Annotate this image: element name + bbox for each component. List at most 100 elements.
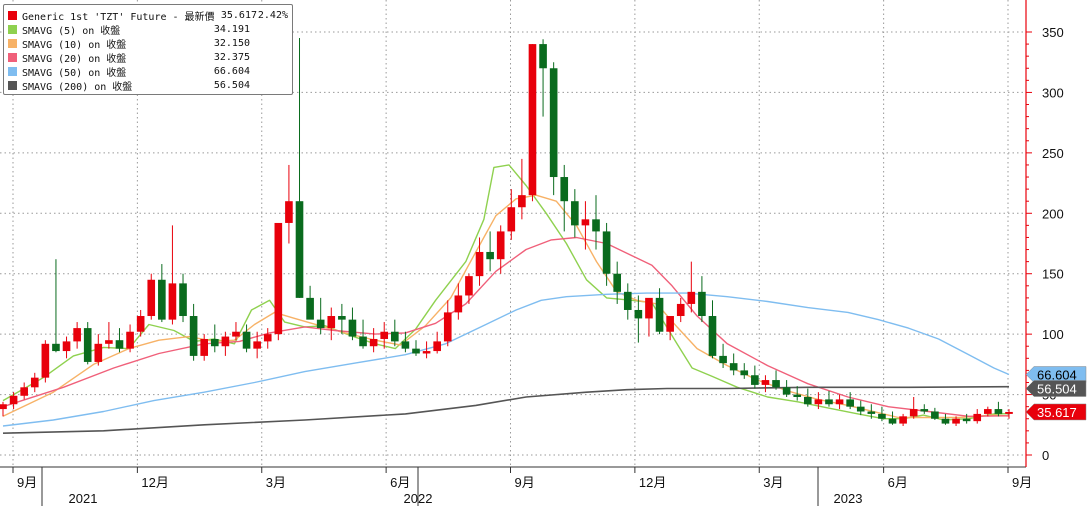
candle-body — [581, 219, 590, 226]
legend-swatch — [8, 38, 17, 48]
candle-body — [316, 319, 325, 329]
last-value-label: 56.504 — [1025, 380, 1087, 397]
candle-body — [83, 328, 92, 362]
legend-item: SMAVG (50) on 收盤 66.604 — [8, 64, 288, 79]
candle-body — [528, 44, 537, 196]
y-tick-label: 350 — [1042, 25, 1064, 40]
legend-item: SMAVG (20) on 收盤 32.375 — [8, 50, 288, 65]
candle-body — [634, 309, 643, 319]
candle-body — [856, 406, 865, 412]
candle-body — [253, 341, 261, 349]
candle-body — [401, 341, 410, 349]
legend-item-name: SMAVG (20) on 收盤 — [22, 53, 127, 65]
candle-body — [327, 316, 336, 329]
legend-item-name: SMAVG (10) on 收盤 — [22, 39, 127, 51]
candle-body — [147, 279, 156, 317]
series-line-smavg-20- — [2, 236, 1010, 417]
x-tick-label: 9月 — [1012, 475, 1032, 490]
candle-body — [941, 418, 950, 424]
candle-body — [782, 387, 791, 395]
candle-body — [94, 343, 103, 362]
legend-item-value: 32.375 — [213, 51, 250, 63]
candle-body — [465, 276, 473, 296]
legend-item: SMAVG (5) on 收盤 34.191 — [8, 22, 288, 37]
candle-body — [835, 399, 844, 405]
y-tick-label: 0 — [1042, 448, 1049, 463]
candle-body — [560, 177, 569, 202]
candle-body — [1005, 411, 1013, 414]
candle-body — [962, 418, 971, 422]
legend-main-value: 35.617 — [220, 9, 257, 21]
legend-item: SMAVG (200) on 收盤 56.504 — [8, 78, 288, 93]
last-value-text: 35.617 — [1037, 405, 1077, 420]
y-tick-label: 150 — [1042, 267, 1064, 282]
year-label: 2022 — [404, 491, 433, 506]
candle-body — [179, 283, 187, 317]
candle-body — [263, 334, 272, 342]
candle-body — [920, 409, 929, 412]
candle-body — [20, 387, 28, 396]
candle-body — [433, 341, 441, 352]
candle-body — [285, 201, 293, 223]
candle-body — [846, 399, 854, 407]
chart: 0501001502002503003509月12月3月6月9月12月3月6月9… — [0, 0, 1090, 506]
candle-body — [422, 351, 431, 354]
candle-body — [412, 348, 420, 354]
candle-body — [507, 207, 516, 232]
candle-body — [338, 316, 346, 320]
candle-body — [655, 297, 664, 332]
candle-body — [9, 395, 18, 405]
candle-body — [602, 231, 611, 274]
candle-body — [390, 331, 399, 342]
candle-body — [878, 413, 886, 419]
candle-body — [359, 336, 367, 347]
candle-body — [687, 291, 696, 304]
candle-body — [761, 380, 770, 385]
last-value-label: 35.617 — [1025, 403, 1087, 421]
candle-body — [909, 409, 918, 417]
legend-item-name: SMAVG (200) on 收盤 — [22, 81, 133, 93]
candle-body — [814, 399, 823, 405]
candle-body — [200, 338, 209, 356]
legend: Generic 1st 'TZT' Future - 最新價 35.617 2.… — [3, 4, 293, 95]
legend-item-value: 56.504 — [213, 79, 250, 91]
candle-body — [115, 340, 124, 349]
y-tick-label: 100 — [1042, 327, 1064, 342]
candle-body — [73, 328, 81, 342]
legend-main-row: Generic 1st 'TZT' Future - 最新價 35.617 2.… — [8, 8, 288, 23]
candle-body — [952, 418, 960, 424]
legend-swatch — [8, 66, 17, 76]
y-tick-label: 250 — [1042, 146, 1064, 161]
legend-item-value: 66.604 — [213, 65, 250, 77]
x-tick-label: 6月 — [888, 475, 908, 490]
candle-body — [571, 201, 579, 226]
candle-body — [994, 409, 1003, 414]
legend-item-name: SMAVG (5) on 收盤 — [22, 25, 121, 37]
x-tick-label: 12月 — [639, 475, 666, 490]
candle-body — [380, 331, 389, 339]
x-tick-label: 9月 — [515, 475, 535, 490]
candle-body — [210, 338, 219, 347]
candle-body — [105, 340, 113, 344]
candle-body — [708, 316, 717, 356]
candle-body — [984, 409, 992, 414]
candle-body — [443, 312, 452, 342]
candle-body — [825, 399, 833, 405]
candle-body — [666, 316, 674, 332]
candle-body — [751, 375, 759, 385]
candle-body — [867, 411, 876, 414]
y-tick-label: 300 — [1042, 85, 1064, 100]
candle-body — [740, 370, 749, 376]
x-tick-label: 3月 — [763, 475, 783, 490]
legend-item-value: 34.191 — [213, 23, 250, 35]
candle-body — [973, 413, 982, 422]
candle-body — [41, 343, 50, 378]
candle-body — [168, 283, 177, 320]
candle-body — [295, 201, 304, 298]
candle-body — [126, 331, 134, 349]
candle-body — [623, 291, 632, 310]
legend-swatch — [8, 52, 17, 62]
candle-body — [348, 319, 357, 337]
candle-body — [676, 303, 685, 317]
legend-item-name: SMAVG (50) on 收盤 — [22, 67, 127, 79]
